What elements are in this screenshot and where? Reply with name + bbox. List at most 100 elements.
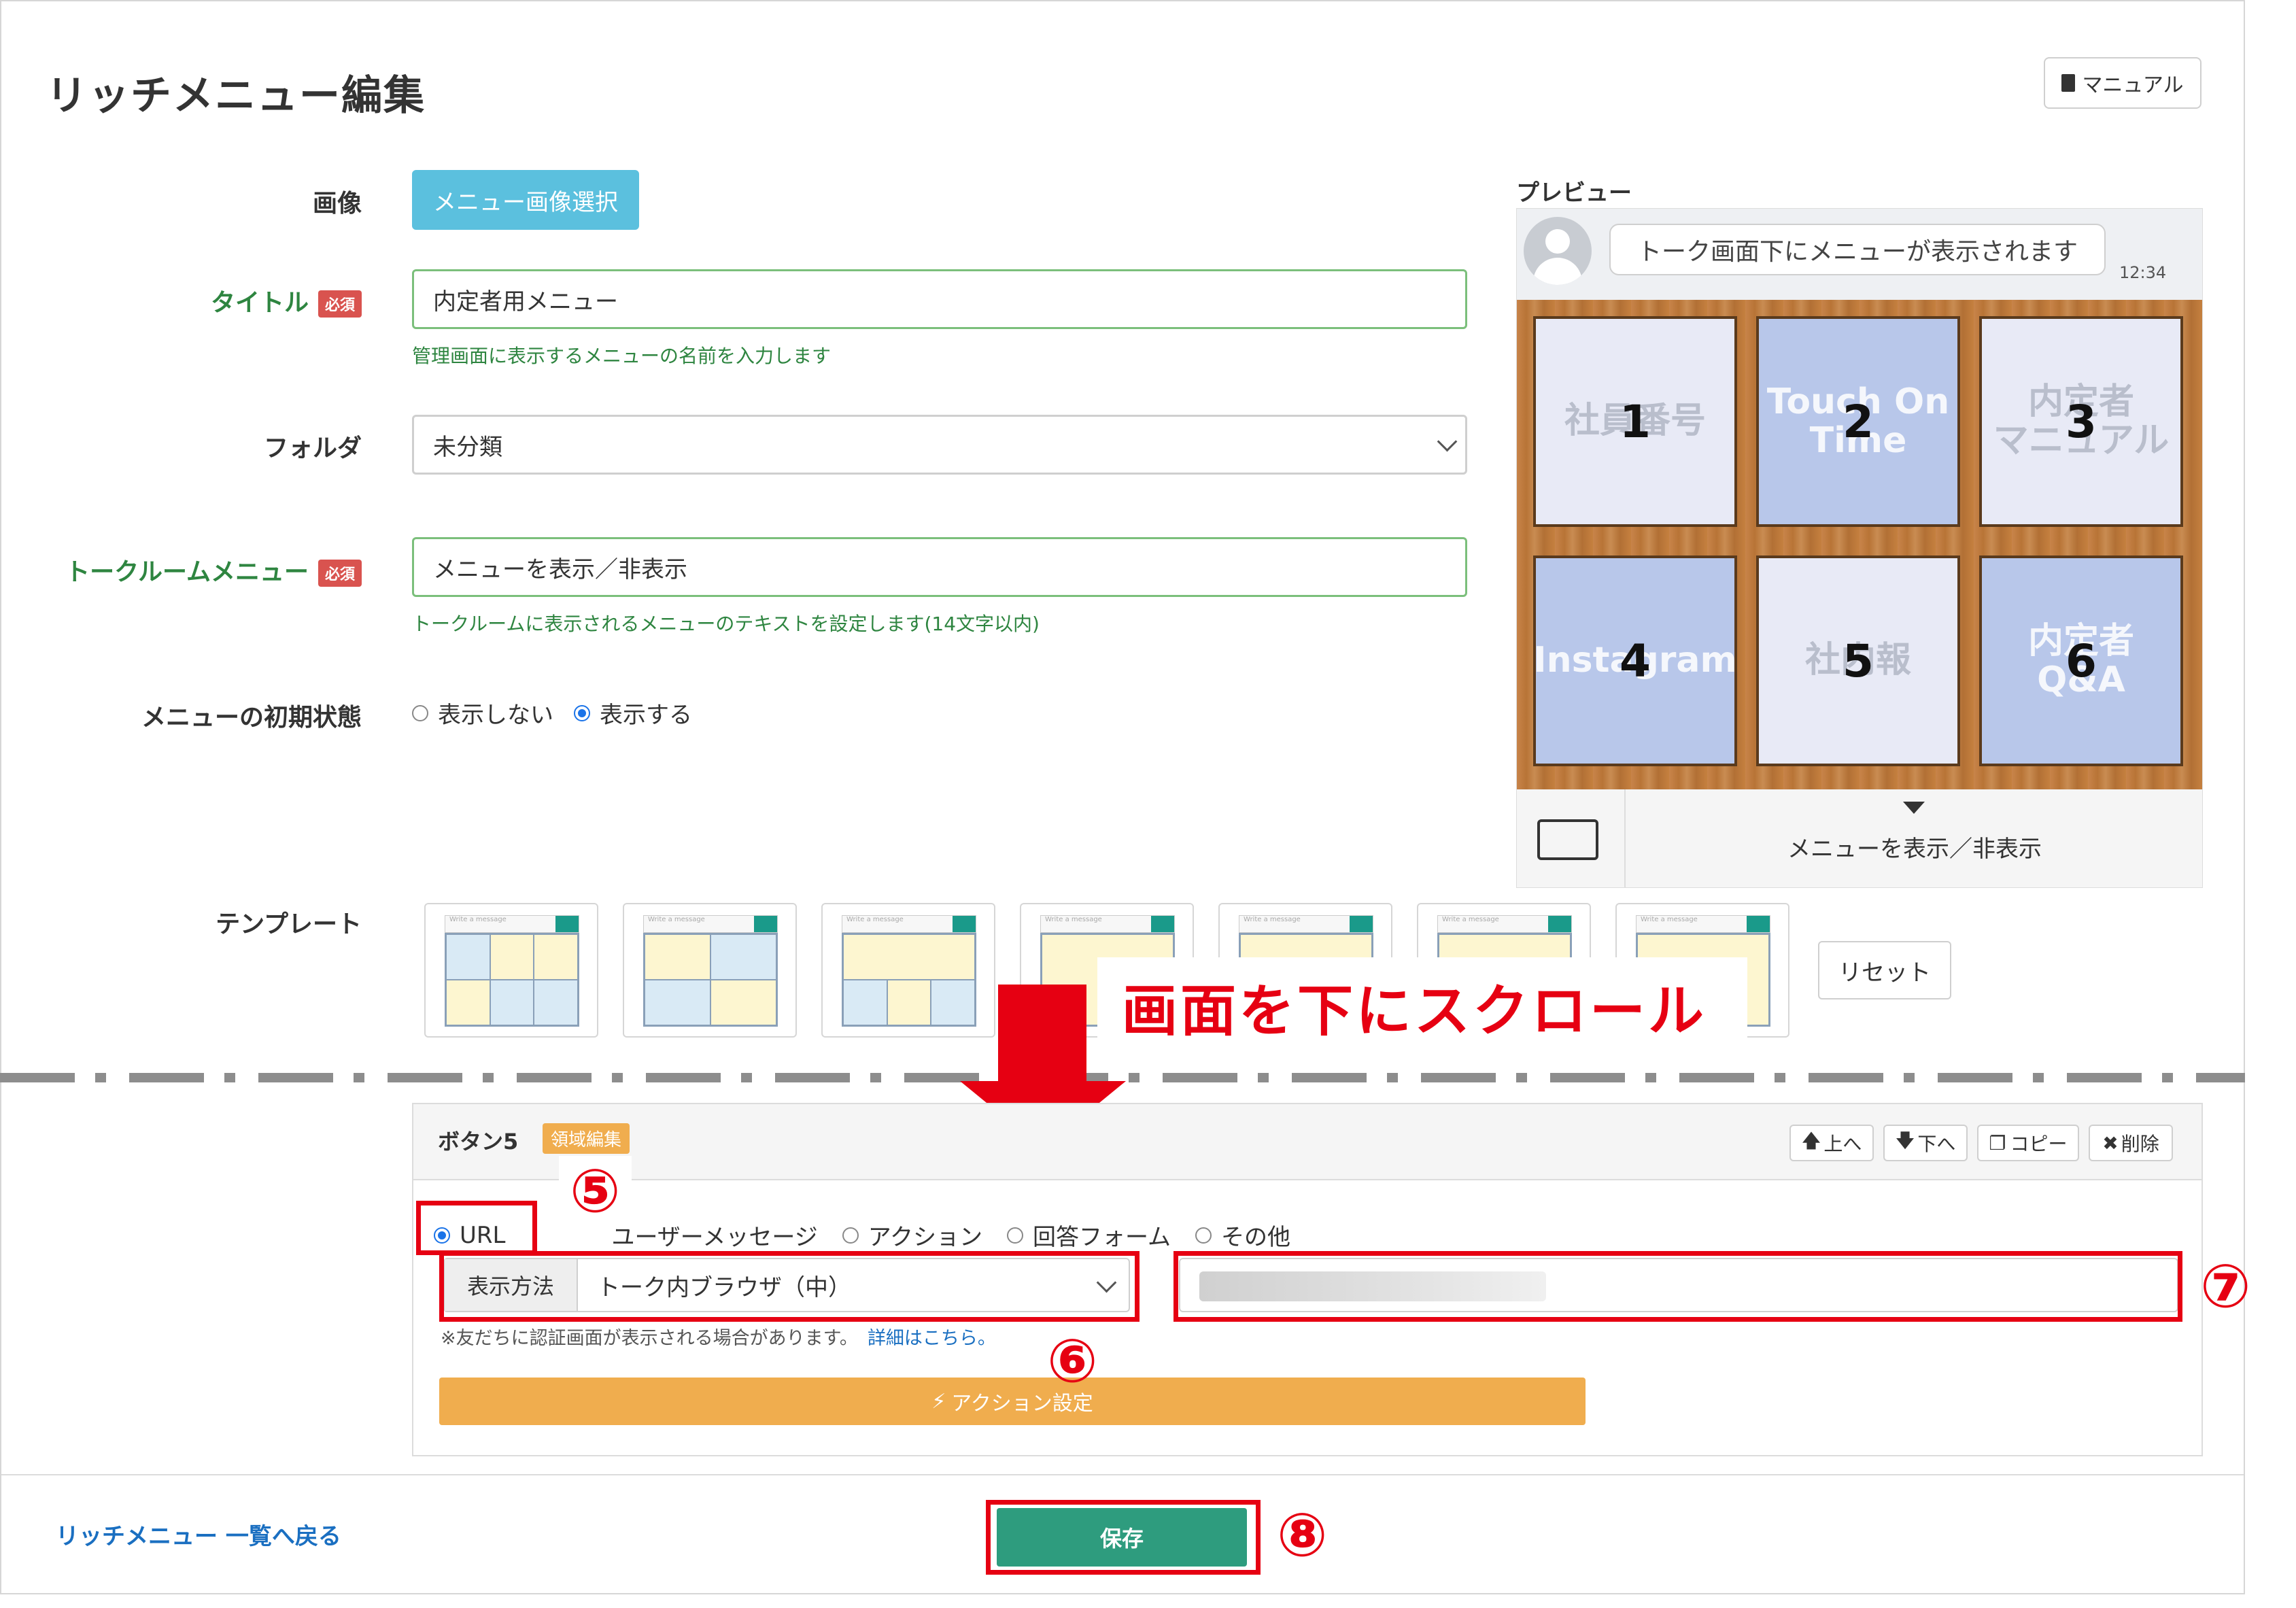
- menu-tile[interactable]: 社員番号 1: [1533, 316, 1737, 527]
- template-bar-text: Write a message: [648, 916, 705, 923]
- preview-menu-bar: メニューを表示／非表示: [1517, 789, 2202, 887]
- move-down-button[interactable]: 🡇 下へ: [1883, 1125, 1968, 1161]
- menu-tile[interactable]: Touch On Time 2: [1756, 316, 1960, 527]
- move-down-label: 下へ: [1917, 1133, 1956, 1155]
- template-bar-text: Write a message: [1641, 916, 1698, 923]
- radio-other[interactable]: [1195, 1227, 1212, 1244]
- button-panel-title: ボタン5: [438, 1129, 519, 1154]
- manual-button[interactable]: マニュアル: [2044, 57, 2201, 109]
- chevron-down-icon: [1437, 431, 1458, 452]
- auth-note-text: ※友だちに認証画面が表示される場合があります。: [441, 1328, 858, 1349]
- menu-tile[interactable]: 内定者 Q&A 6: [1979, 555, 2183, 766]
- menu-tile-number: 6: [2066, 634, 2097, 687]
- avatar: [1524, 217, 1592, 285]
- folder-select[interactable]: 未分類: [412, 415, 1467, 475]
- delete-button[interactable]: ✖ 削除: [2089, 1125, 2173, 1161]
- template-bar: Write a message: [643, 915, 778, 933]
- button-panel-header: ボタン5 領域編集 🡅 上へ 🡇 下へ ❐ コピー ✖ 削除: [413, 1104, 2201, 1180]
- step-8-marker: ⑧: [1277, 1500, 1328, 1570]
- talkroom-label: トークルームメニュー: [65, 558, 309, 586]
- menu-tile-number: 2: [1843, 395, 1874, 448]
- template-bar-text: Write a message: [846, 916, 904, 923]
- move-up-label: 上へ: [1823, 1133, 1862, 1155]
- template-bar: Write a message: [445, 915, 579, 933]
- manual-button-label: マニュアル: [2082, 73, 2184, 97]
- area-edit-badge[interactable]: 領域編集: [543, 1123, 630, 1154]
- radio-hide-label: 表示しない: [438, 702, 553, 729]
- back-to-list-link[interactable]: リッチメニュー 一覧へ戻る: [56, 1518, 341, 1551]
- highlight-url-option: [416, 1201, 537, 1255]
- menu-tile-number: 3: [2066, 395, 2097, 448]
- copy-label: コピー: [2010, 1133, 2068, 1155]
- radio-answer-form[interactable]: [1007, 1227, 1024, 1244]
- save-button[interactable]: 保存: [997, 1508, 1247, 1567]
- step-6-marker: ⑥: [1047, 1326, 1098, 1396]
- initial-state-radio-group: 表示しない 表示する: [412, 696, 692, 730]
- select-menu-image-button[interactable]: メニュー画像選択: [412, 170, 639, 230]
- template-bar-text: Write a message: [1045, 916, 1102, 923]
- page-title: リッチメニュー編集: [46, 72, 426, 120]
- details-link[interactable]: 詳細はこちら。: [868, 1328, 996, 1349]
- template-option[interactable]: Write a message: [424, 903, 598, 1038]
- template-bar: Write a message: [1636, 915, 1770, 933]
- template-option[interactable]: Write a message: [821, 903, 995, 1038]
- radio-answer-form-label: 回答フォーム: [1033, 1224, 1171, 1251]
- radio-show[interactable]: [574, 704, 590, 721]
- folder-select-value: 未分類: [433, 433, 502, 461]
- book-icon: [2061, 74, 2076, 92]
- menu-tile-number: 5: [1843, 634, 1874, 687]
- arrow-down-small-icon: 🡇: [1895, 1129, 1915, 1152]
- copy-button[interactable]: ❐ コピー: [1977, 1125, 2079, 1161]
- title-help: 管理画面に表示するメニューの名前を入力します: [412, 345, 832, 367]
- arrow-up-icon: 🡅: [1801, 1129, 1821, 1152]
- highlight-url-input: [1173, 1251, 2182, 1322]
- title-label: タイトル: [210, 289, 309, 317]
- chat-area: トーク画面下にメニューが表示されます 12:34: [1517, 209, 2202, 300]
- radio-action-label: アクション: [868, 1224, 983, 1251]
- title-input[interactable]: 内定者用メニュー: [412, 269, 1467, 329]
- action-settings-button[interactable]: ⚡ アクション設定: [439, 1378, 1586, 1425]
- triangle-down-icon: [1903, 802, 1925, 814]
- menu-tile[interactable]: 内定者 マニュアル 3: [1979, 316, 2183, 527]
- talkroom-menu-input[interactable]: メニューを表示／非表示: [412, 537, 1467, 597]
- talkroom-help: トークルームに表示されるメニューのテキストを設定します(14文字以内): [412, 613, 1040, 635]
- template-grid: [445, 933, 579, 1027]
- template-option[interactable]: Write a message: [623, 903, 797, 1038]
- preview-label: プレビュー: [1516, 179, 1632, 207]
- talkroom-menu-input-value: メニューを表示／非表示: [433, 555, 687, 583]
- arrow-down-icon: [998, 985, 1086, 1087]
- initial-state-label: メニューの初期状態: [141, 704, 362, 732]
- menu-tile-number: 1: [1620, 395, 1651, 448]
- preview-pane: トーク画面下にメニューが表示されます 12:34 社員番号 1 Touch On…: [1516, 208, 2203, 888]
- avatar-body: [1533, 258, 1582, 285]
- highlight-display-method: [439, 1251, 1140, 1322]
- scroll-instruction: 画面を下にスクロール: [1122, 979, 1707, 1044]
- auth-note: ※友だちに認証画面が表示される場合があります。 詳細はこちら。: [441, 1323, 996, 1350]
- template-bar: Write a message: [1437, 915, 1572, 933]
- folder-label: フォルダ: [263, 434, 362, 462]
- template-bar-text: Write a message: [1244, 916, 1301, 923]
- radio-action[interactable]: [842, 1227, 859, 1244]
- keyboard-icon[interactable]: [1537, 819, 1598, 860]
- talkroom-label-row: トークルームメニュー 必須: [42, 552, 362, 587]
- radio-show-label: 表示する: [600, 702, 692, 729]
- title-input-value: 内定者用メニュー: [433, 288, 618, 315]
- step-5-marker: ⑤: [559, 1156, 632, 1226]
- preview-menu-toggle-label[interactable]: メニューを表示／非表示: [1626, 830, 2202, 863]
- template-bar-text: Write a message: [1442, 916, 1499, 923]
- chat-bubble: トーク画面下にメニューが表示されます: [1609, 224, 2106, 275]
- required-badge: 必須: [318, 560, 362, 587]
- template-grid: [842, 933, 976, 1027]
- lightning-icon: ⚡: [931, 1389, 946, 1414]
- radio-user-message-label[interactable]: ユーザーメッセージ: [611, 1218, 817, 1252]
- move-up-button[interactable]: 🡅 上へ: [1789, 1125, 1874, 1161]
- menu-tile[interactable]: Instagram 4: [1533, 555, 1737, 766]
- footer-divider: [1, 1474, 2244, 1475]
- reset-button[interactable]: リセット: [1818, 941, 1951, 999]
- rich-menu-board: 社員番号 1 Touch On Time 2 内定者 マニュアル 3 Insta…: [1517, 300, 2202, 789]
- menu-tile[interactable]: 社内報 5: [1756, 555, 1960, 766]
- template-grid: [643, 933, 778, 1027]
- delete-label: 削除: [2121, 1133, 2159, 1155]
- step-7-marker: ⑦: [2200, 1251, 2251, 1321]
- radio-hide[interactable]: [412, 704, 428, 721]
